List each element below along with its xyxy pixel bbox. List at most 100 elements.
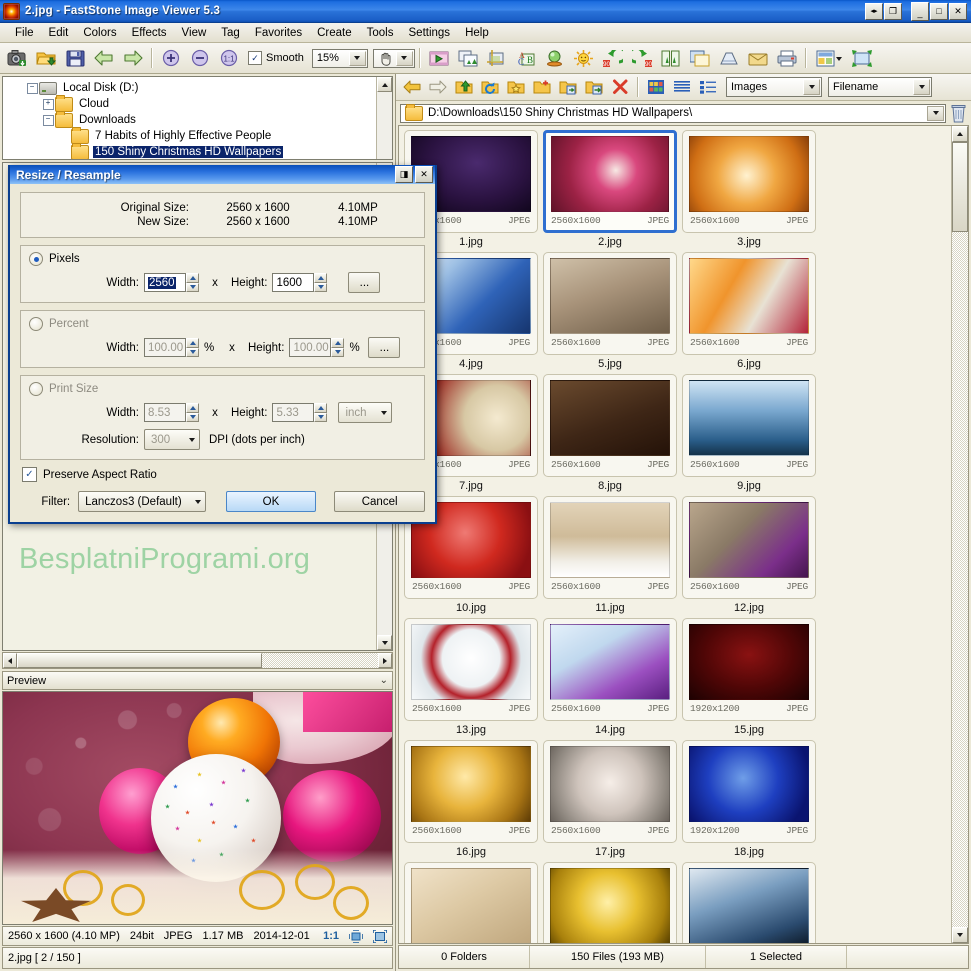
resize-resample-dialog[interactable]: Resize / Resample ◨ ✕ Original Size: 256…: [8, 165, 437, 524]
contact-sheet-icon[interactable]: [811, 44, 847, 72]
scroll-thumb[interactable]: [952, 142, 968, 232]
menu-help[interactable]: Help: [458, 25, 496, 41]
thumbnail-card[interactable]: 2560x1600JPEG: [543, 740, 677, 843]
menu-settings[interactable]: Settings: [402, 25, 458, 41]
thumbnail-cell[interactable]: 2560x1600 JPEG 6.jpg: [681, 252, 817, 372]
stepper-up[interactable]: [186, 403, 199, 413]
zoom-level-combo[interactable]: 15%: [311, 48, 368, 68]
fullscreen-icon[interactable]: [848, 44, 876, 72]
thumbnail-card[interactable]: 2560x1600JPEG: [543, 496, 677, 599]
path-input[interactable]: D:\Downloads\150 Shiny Christmas HD Wall…: [400, 103, 946, 123]
pixels-width-stepper[interactable]: 2560: [144, 273, 199, 292]
menu-effects[interactable]: Effects: [125, 25, 174, 41]
pixels-presets-button[interactable]: ...: [348, 272, 381, 293]
print-icon[interactable]: [773, 44, 801, 72]
fit-window-icon[interactable]: [349, 929, 363, 943]
scroll-up-button[interactable]: [952, 126, 968, 142]
tree-node-downloads[interactable]: − Downloads: [9, 110, 392, 128]
thumbnail-card[interactable]: 2560x1600JPEG: [404, 862, 538, 943]
thumbnail-cell[interactable]: 2560x1600 JPEG 9.jpg: [681, 374, 817, 494]
thumbnail-cell[interactable]: 2560x1600 JPEG 3.jpg: [681, 130, 817, 250]
print-height-input[interactable]: 5.33: [272, 403, 315, 422]
tree-expander[interactable]: −: [41, 114, 55, 126]
stepper-down[interactable]: [186, 282, 199, 292]
dialog-close-button[interactable]: ✕: [415, 166, 433, 183]
thumbnail-card[interactable]: 2560x1600JPEG: [543, 374, 677, 477]
thumbnail-cell[interactable]: 2560x1600 JPEG 11.jpg: [542, 496, 678, 616]
tree-expander[interactable]: −: [25, 82, 39, 94]
stepper-down[interactable]: [186, 347, 199, 357]
view-horizontal-scrollbar[interactable]: [2, 652, 393, 669]
thumbnail-scrollbar[interactable]: [951, 126, 968, 943]
camera-icon[interactable]: [3, 44, 31, 72]
copy-to-folder-icon[interactable]: [556, 75, 580, 99]
thumbnail-browser[interactable]: 2560x1600 JPEG 1.jpg 2560x1600 JPEG 2.jpg: [398, 125, 969, 944]
stepper-down[interactable]: [186, 412, 199, 422]
smooth-checkbox[interactable]: ✓: [248, 51, 262, 65]
rollup-button[interactable]: ◂▸: [865, 2, 883, 20]
scroll-up-button[interactable]: [377, 77, 392, 92]
tree-node-local-disk[interactable]: − Local Disk (D:): [9, 80, 392, 96]
stepper-up[interactable]: [314, 273, 328, 283]
menu-favorites[interactable]: Favorites: [248, 25, 309, 41]
percent-width-input[interactable]: 100.00: [144, 338, 186, 357]
chevron-down-icon[interactable]: [189, 430, 195, 449]
scroll-track[interactable]: [952, 232, 968, 927]
thumbnail-card[interactable]: 2560x1600JPEG: [682, 374, 816, 477]
thumbnail-card[interactable]: 2560x1600JPEG: [404, 740, 538, 843]
print-width-input[interactable]: 8.53: [144, 403, 186, 422]
zoom-out-icon[interactable]: [186, 44, 214, 72]
thumbnail-cell[interactable]: 2560x1600 JPEG 2.jpg: [542, 130, 678, 250]
open-folder-icon[interactable]: [32, 44, 60, 72]
slideshow-icon[interactable]: [425, 44, 453, 72]
stepper-up[interactable]: [186, 273, 199, 283]
list-view-icon[interactable]: [670, 75, 694, 99]
thumbnail-card[interactable]: 2560x1600JPEG: [543, 618, 677, 721]
chevron-down-icon[interactable]: [803, 79, 820, 95]
thumbnail-card[interactable]: 2560x1600JPEG: [682, 252, 816, 355]
stay-on-top-button[interactable]: ❐: [884, 2, 902, 20]
thumbnail-cell[interactable]: 2560x1600 JPEG 14.jpg: [542, 618, 678, 738]
recycle-bin-icon[interactable]: [950, 103, 967, 123]
thumbnail-cell[interactable]: 2560x1600JPEG 21.jpg: [681, 862, 817, 943]
chevron-down-icon[interactable]: [913, 79, 930, 95]
sort-order-combo[interactable]: Filename: [828, 77, 932, 97]
dialog-help-button[interactable]: ◨: [395, 166, 413, 183]
move-to-folder-icon[interactable]: [582, 75, 606, 99]
thumbnail-cell[interactable]: 2560x1600 JPEG 13.jpg: [403, 618, 539, 738]
thumbnail-card-selected[interactable]: 2560x1600 JPEG: [543, 130, 677, 233]
menu-file[interactable]: File: [8, 25, 41, 41]
percent-height-input[interactable]: 100.00: [289, 338, 332, 357]
thumbnail-cell[interactable]: 2560x1600 JPEG 5.jpg: [542, 252, 678, 372]
menu-edit[interactable]: Edit: [42, 25, 76, 41]
tree-node-cloud[interactable]: + Cloud: [9, 94, 392, 112]
ok-button[interactable]: OK: [225, 491, 317, 512]
preview-image[interactable]: [2, 691, 393, 925]
stepper-up[interactable]: [186, 338, 199, 348]
close-button[interactable]: ✕: [949, 2, 967, 20]
smooth-toggle[interactable]: ✓ Smooth: [244, 51, 308, 65]
percent-width-st epper[interactable]: 100.00: [144, 338, 199, 357]
stepper-up[interactable]: [314, 403, 328, 413]
print-unit-combo[interactable]: inch: [338, 402, 393, 423]
percent-presets-button[interactable]: ...: [368, 337, 401, 358]
scanner-icon[interactable]: [715, 44, 743, 72]
scroll-down-button[interactable]: [377, 635, 392, 650]
pixels-height-stepper[interactable]: 1600: [272, 273, 328, 292]
fullscreen-preview-icon[interactable]: [373, 929, 387, 943]
cancel-button[interactable]: Cancel: [334, 491, 425, 512]
percent-radio-row[interactable]: Percent: [29, 317, 416, 331]
thumbnail-view-icon[interactable]: [644, 75, 668, 99]
save-icon[interactable]: [61, 44, 89, 72]
print-size-radio[interactable]: [29, 382, 43, 396]
forward-icon[interactable]: [426, 75, 450, 99]
thumbnail-card[interactable]: 1920x1200 JPEG: [682, 618, 816, 721]
hand-tool-combo[interactable]: [372, 48, 415, 68]
back-icon[interactable]: [400, 75, 424, 99]
pixels-width-input[interactable]: 2560: [144, 273, 186, 292]
scroll-right-button[interactable]: [378, 653, 392, 668]
stepper-down[interactable]: [331, 347, 345, 357]
tree-expander[interactable]: +: [41, 98, 55, 110]
thumbnail-cell[interactable]: 2560x1600JPEG 19.jpg: [403, 862, 539, 943]
text-icon[interactable]: ACB: [512, 44, 540, 72]
